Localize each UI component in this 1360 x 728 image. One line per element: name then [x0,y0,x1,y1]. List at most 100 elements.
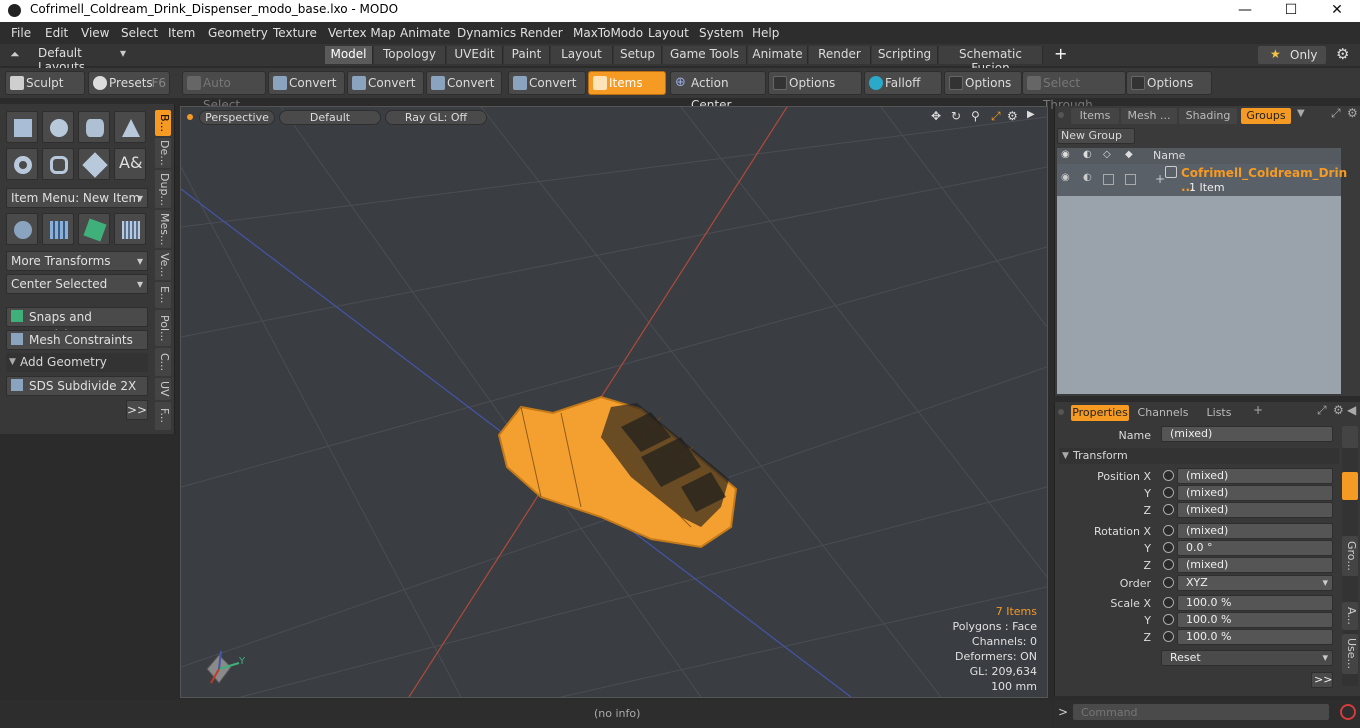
tab-mesh[interactable]: Mesh ... [1121,108,1177,124]
reset-dropdown[interactable]: Reset [1161,650,1333,666]
vtab-fusion[interactable]: F... [155,402,171,430]
rotation-x-field[interactable]: (mixed) [1177,523,1333,539]
menu-item[interactable]: Item [168,26,195,40]
viewport-expand-icon[interactable]: ▶ [1027,109,1035,120]
scale-x-field[interactable]: 100.0 % [1177,595,1333,611]
order-radio[interactable] [1163,577,1174,588]
position-y-radio[interactable] [1163,487,1174,498]
menu-geometry[interactable]: Geometry [208,26,268,40]
presets-button[interactable]: Presets F6 [88,71,170,95]
tab-items[interactable]: Items [1071,108,1119,124]
more-button[interactable]: >> [1311,672,1333,688]
tab-lists[interactable]: Lists [1195,405,1243,421]
falloff-button[interactable]: Falloff [864,71,942,95]
menu-file[interactable]: File [11,26,31,40]
drink-dispenser-mesh[interactable] [497,395,738,549]
vtab-edge[interactable]: E... [155,282,171,308]
tab-paint[interactable]: Paint [504,46,550,64]
scale-z-field[interactable]: 100.0 % [1177,629,1333,645]
side-tab-groups[interactable]: Gro... [1342,536,1358,576]
center-selected-dropdown[interactable]: Center Selected [6,274,148,294]
vtab-uv[interactable]: UV [155,378,171,400]
vtab-basic[interactable]: B... [155,110,171,136]
scale-y-radio[interactable] [1163,614,1174,625]
position-key-radio[interactable] [1163,470,1174,481]
maximize-button[interactable]: ☐ [1268,0,1314,22]
position-x-field[interactable]: (mixed) [1177,468,1333,484]
pen-tool[interactable] [78,148,110,180]
vtab-duplicate[interactable]: Dup... [155,170,171,208]
side-tab-a[interactable]: A... [1342,602,1358,630]
perspective-dropdown[interactable]: Perspective [199,110,275,125]
tab-render[interactable]: Render [809,46,871,64]
rotation-y-radio[interactable] [1163,542,1174,553]
menu-animate[interactable]: Animate [400,26,450,40]
vtab-curve[interactable]: C... [155,348,171,376]
more-transforms-dropdown[interactable]: More Transforms [6,251,148,271]
row-eye-icon[interactable]: ◉ [1061,172,1070,183]
3d-viewport[interactable]: Y Perspective Default Ray GL: Off ✥ ↻ ⚲ … [180,106,1048,698]
row-render-icon[interactable]: ◐ [1083,172,1092,183]
convert-button-3[interactable]: Convert [426,71,502,95]
side-tab-active[interactable] [1342,472,1358,500]
transform-header[interactable]: ▼ Transform [1059,448,1339,464]
move-view-icon[interactable]: ✥ [931,109,941,123]
more-button[interactable]: >> [126,400,148,420]
panel-expand-icon[interactable]: ⤢ [1331,106,1341,121]
tab-shading[interactable]: Shading [1179,108,1237,124]
command-input[interactable] [1072,703,1330,721]
scale-x-radio[interactable] [1163,597,1174,608]
panel-settings-icon[interactable]: ⚙ [1333,403,1344,417]
viewport-settings-icon[interactable]: ⚙ [1007,109,1018,123]
menu-vertex-map[interactable]: Vertex Map [328,26,396,40]
minimize-button[interactable]: — [1222,0,1268,22]
tab-groups[interactable]: Groups [1241,108,1291,124]
rotation-y-field[interactable]: 0.0 ° [1177,540,1333,556]
menu-texture[interactable]: Texture [273,26,317,40]
convert-button-2[interactable]: Convert [347,71,424,95]
vtab-deform[interactable]: De... [155,138,171,168]
new-group-button[interactable]: New Group [1057,128,1135,144]
item-menu-dropdown[interactable]: Item Menu: New Item [6,188,148,208]
rotate-view-icon[interactable]: ↻ [951,109,961,123]
menu-select[interactable]: Select [121,26,158,40]
tab-scripting[interactable]: Scripting [872,46,938,64]
sculpt-button[interactable]: Sculpt [5,71,85,95]
rotation-z-radio[interactable] [1163,559,1174,570]
gear-icon[interactable]: ⚙ [1336,45,1349,63]
vtab-vertex[interactable]: Ve... [155,250,171,280]
scale-z-radio[interactable] [1163,631,1174,642]
options-button-1[interactable]: Options [768,71,862,95]
cylinder-tool[interactable] [78,111,110,143]
menu-system[interactable]: System [699,26,744,40]
text-tool[interactable]: A& [114,148,146,180]
cube-tool[interactable] [6,111,38,143]
record-icon[interactable] [1340,704,1356,720]
menu-view[interactable]: View [81,26,109,40]
grid-tool[interactable] [42,213,74,245]
raygl-dropdown[interactable]: Ray GL: Off [385,110,487,125]
add-tab-icon[interactable]: + [1054,44,1067,63]
menu-maxtomodo[interactable]: MaxToModo [573,26,643,40]
plane-tool[interactable] [114,213,146,245]
only-toggle[interactable]: ★ Only [1258,46,1326,64]
tab-layout[interactable]: Layout [551,46,613,64]
add-tab-icon[interactable]: + [1253,403,1263,417]
action-center-button[interactable]: ⊕ Action Center [670,71,766,112]
group-row[interactable]: ◉ ◐ + Cofrimell_Coldream_Drin ... 1 Item [1057,164,1347,196]
tab-schematic-fusion[interactable]: Schematic Fusion [939,46,1043,75]
tube-tool[interactable] [42,148,74,180]
name-field[interactable]: (mixed) [1161,426,1333,442]
tab-uvedit[interactable]: UVEdit [447,46,503,64]
zoom-view-icon[interactable]: ⚲ [971,109,980,123]
close-button[interactable]: ✕ [1314,0,1360,22]
select-through-button[interactable]: Select Through [1022,71,1126,112]
vtab-polygon[interactable]: Pol... [155,310,171,346]
row-lock-checkbox[interactable] [1103,174,1114,185]
menu-help[interactable]: Help [752,26,779,40]
layout-collapse-icon[interactable]: ⏶ [10,47,20,62]
auto-select-button[interactable]: Auto Select [182,71,266,112]
vtab-mesh[interactable]: Mes... [155,210,171,248]
options-button-3[interactable]: Options [1126,71,1212,95]
rotation-x-radio[interactable] [1163,525,1174,536]
